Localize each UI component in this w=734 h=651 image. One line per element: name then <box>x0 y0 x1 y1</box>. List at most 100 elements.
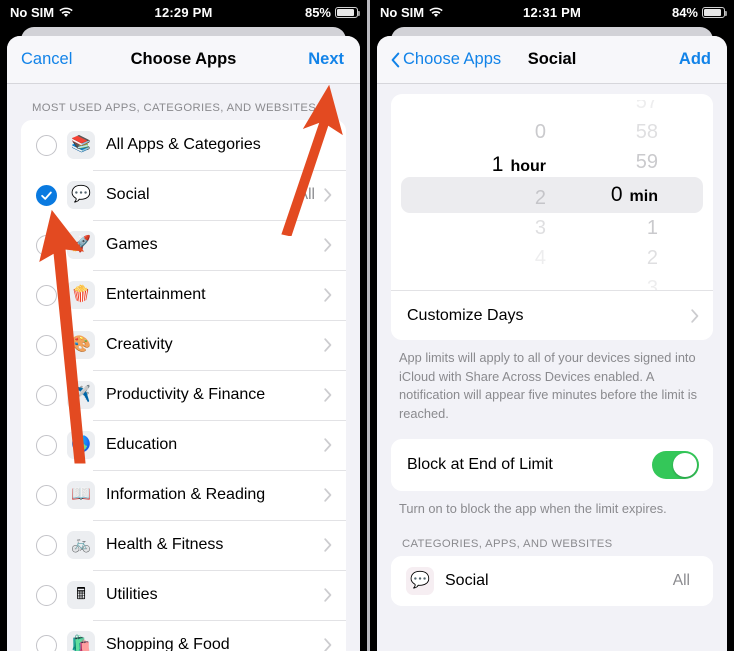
chevron-right-icon <box>324 638 332 651</box>
row-label: Information & Reading <box>106 486 266 503</box>
picker-option[interactable]: 57 <box>636 100 658 117</box>
choose-apps-sheet: Cancel Choose Apps Next MOST USED APPS, … <box>7 36 360 651</box>
section-header-most-used: MOST USED APPS, CATEGORIES, AND WEBSITES <box>32 102 317 114</box>
bicycle-icon: 🚲 <box>67 531 95 559</box>
picker-value: 0 <box>610 183 623 206</box>
calculator-icon: 🖩️ <box>67 581 95 609</box>
block-at-end-of-limit-toggle[interactable] <box>652 451 699 480</box>
table-row[interactable]: 💬 Social All <box>21 170 346 220</box>
category-list: 📚 All Apps & Categories 💬 Social All 🚀 Games 🍿 E… <box>21 120 346 651</box>
checkbox-unchecked[interactable] <box>36 384 57 406</box>
picker-option[interactable]: 4 <box>535 243 546 273</box>
table-row[interactable]: 🍿 Entertainment <box>21 270 346 320</box>
selected-category-card: 💬 Social All <box>391 555 713 606</box>
navigation-bar-left: Cancel Choose Apps Next <box>7 36 360 84</box>
customize-days-row[interactable]: Customize Days <box>391 290 713 340</box>
row-label: Health & Fitness <box>106 536 224 553</box>
checkbox-unchecked[interactable] <box>36 584 57 606</box>
block-toggle-label: Block at End of Limit <box>407 456 553 474</box>
chevron-right-icon <box>324 338 332 352</box>
social-limit-scroll-area[interactable]: 0 1 hour 2 3 4 57 58 59 0 min 1 2 3 Customize Days A… <box>377 84 727 651</box>
stack-icon: 📚 <box>67 131 95 159</box>
row-label: Productivity & Finance <box>106 386 266 403</box>
choose-apps-scroll-area[interactable]: MOST USED APPS, CATEGORIES, AND WEBSITES… <box>7 84 360 651</box>
next-button[interactable]: Next <box>308 50 344 69</box>
picker-selected-option[interactable]: 1 hour <box>492 147 546 183</box>
table-row[interactable]: 🚲 Health & Fitness <box>21 520 346 570</box>
chevron-right-icon <box>324 438 332 452</box>
picker-option[interactable]: 58 <box>636 117 658 147</box>
social-icon: 💬 <box>67 181 95 209</box>
picker-selected-option[interactable]: 0 min <box>611 177 658 213</box>
table-row[interactable]: 🖩️ Utilities <box>21 570 346 620</box>
picker-option[interactable]: 59 <box>636 147 658 177</box>
status-bar-right-group-2: 84% <box>672 5 728 20</box>
shopping-bag-icon: 🛍️ <box>67 631 95 651</box>
row-label: All Apps & Categories <box>106 136 261 153</box>
chevron-right-icon <box>324 538 332 552</box>
checkbox-unchecked[interactable] <box>36 534 57 556</box>
picker-unit: min <box>629 188 658 205</box>
status-bar-right: No SIM 12:31 PM 84% <box>370 0 734 24</box>
table-row[interactable]: 📖 Information & Reading <box>21 470 346 520</box>
row-label: Utilities <box>106 586 158 603</box>
table-row[interactable]: 🚀 Games <box>21 220 346 270</box>
picker-unit: hour <box>510 158 546 175</box>
status-bar-right-group: 85% <box>305 5 361 20</box>
picker-option[interactable]: 2 <box>647 243 658 273</box>
checkbox-unchecked[interactable] <box>36 634 57 651</box>
table-row[interactable]: 📚 All Apps & Categories <box>21 120 346 170</box>
checkbox-unchecked[interactable] <box>36 284 57 306</box>
page-title: Social <box>527 50 577 68</box>
hours-picker-column[interactable]: 0 1 hour 2 3 4 <box>424 100 552 290</box>
social-icon: 💬 <box>406 566 434 595</box>
checkbox-unchecked[interactable] <box>36 484 57 506</box>
category-label: Social <box>445 571 489 589</box>
table-row[interactable]: 🛍️ Shopping & Food <box>21 620 346 651</box>
selected-category-row[interactable]: 💬 Social All <box>391 555 713 606</box>
right-phone-screen: No SIM 12:31 PM 84% Choose Apps Social A… <box>367 0 734 651</box>
toggle-knob <box>672 452 698 478</box>
palette-icon: 🎨 <box>67 331 95 359</box>
picker-option[interactable]: 3 <box>647 273 658 290</box>
table-row[interactable]: 🎨 Creativity <box>21 320 346 370</box>
chevron-right-icon <box>324 488 332 502</box>
chevron-right-icon <box>324 188 332 202</box>
picker-option[interactable]: 3 <box>535 213 546 243</box>
paper-plane-icon: ✈️ <box>67 381 95 409</box>
row-label: Social <box>106 186 150 203</box>
chevron-right-icon <box>691 308 699 323</box>
rocket-icon: 🚀 <box>67 231 95 259</box>
chevron-right-icon <box>324 238 332 252</box>
popcorn-icon: 🍿 <box>67 281 95 309</box>
checkbox-unchecked[interactable] <box>36 134 57 156</box>
row-label: Games <box>106 236 158 253</box>
limits-footnote: App limits will apply to all of your dev… <box>399 350 698 421</box>
section-header-categories: CATEGORIES, APPS, AND WEBSITES <box>402 537 613 550</box>
battery-icon <box>335 6 361 18</box>
add-button[interactable]: Add <box>679 50 711 69</box>
category-value: All <box>672 571 690 589</box>
status-bar-left: No SIM 12:29 PM 85% <box>0 0 367 24</box>
checkbox-unchecked[interactable] <box>36 234 57 256</box>
checkbox-unchecked[interactable] <box>36 334 57 356</box>
duration-picker[interactable]: 0 1 hour 2 3 4 57 58 59 0 min 1 2 3 <box>391 100 713 290</box>
table-row[interactable]: ✈️ Productivity & Finance <box>21 370 346 420</box>
checkmark-icon <box>41 191 52 200</box>
page-title: Choose Apps <box>130 50 237 68</box>
block-at-end-row[interactable]: Block at End of Limit <box>391 439 713 492</box>
book-icon: 📖 <box>67 481 95 509</box>
checkbox-checked[interactable] <box>36 184 57 206</box>
picker-value: 1 <box>491 153 504 176</box>
picker-option[interactable]: 1 <box>647 213 658 243</box>
checkbox-unchecked[interactable] <box>36 434 57 456</box>
picker-option[interactable]: 2 <box>535 183 546 213</box>
globe-icon: 🌎 <box>67 431 95 459</box>
picker-option[interactable]: 0 <box>535 117 546 147</box>
chevron-right-icon <box>324 288 332 302</box>
nav-right-group: Next <box>308 50 344 69</box>
minutes-picker-column[interactable]: 57 58 59 0 min 1 2 3 <box>552 100 680 290</box>
row-label: Entertainment <box>106 286 206 303</box>
table-row[interactable]: 🌎 Education <box>21 420 346 470</box>
chevron-right-icon <box>324 588 332 602</box>
